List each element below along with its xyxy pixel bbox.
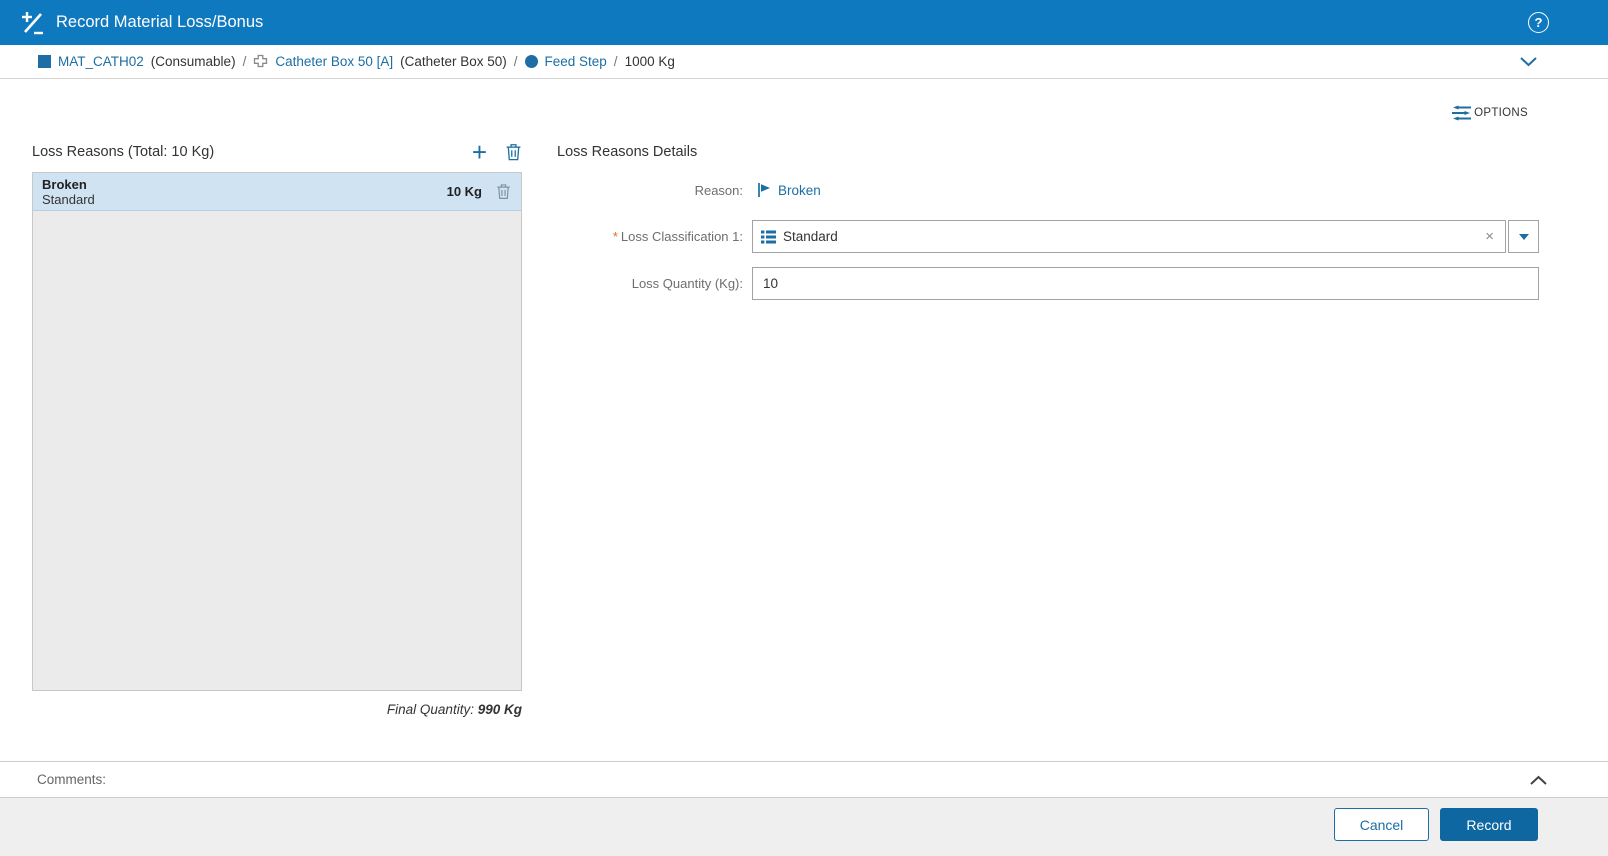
breadcrumb-separator: /	[513, 54, 518, 69]
loss-classification-field[interactable]: Standard ×	[752, 220, 1506, 253]
breadcrumb-step-link[interactable]: Feed Step	[545, 54, 607, 69]
loss-classification-row: * Loss Classification 1: Standard ×	[557, 220, 1539, 253]
breadcrumb-separator: /	[242, 54, 247, 69]
loss-classification-control: Standard ×	[752, 220, 1539, 253]
reason-label: Reason:	[694, 182, 743, 198]
title-bar: Record Material Loss/Bonus ?	[0, 0, 1608, 45]
clear-icon[interactable]: ×	[1482, 228, 1497, 245]
chevron-up-icon[interactable]	[1529, 773, 1548, 791]
container-icon	[253, 54, 268, 69]
comments-section[interactable]: Comments:	[0, 761, 1608, 798]
loss-reason-item-reason: Broken	[42, 176, 87, 192]
loss-reasons-details-title: Loss Reasons Details	[557, 144, 698, 160]
breadcrumb-container-desc: (Catheter Box 50)	[400, 54, 507, 69]
reason-value: Broken	[778, 182, 821, 198]
help-icon[interactable]: ?	[1528, 12, 1549, 33]
loss-reasons-header: Loss Reasons (Total: 10 Kg) +	[32, 138, 522, 166]
step-icon	[524, 55, 538, 68]
final-quantity-value: 990 Kg	[477, 702, 522, 717]
loss-quantity-input[interactable]	[752, 267, 1539, 300]
loss-classification-value: Standard	[783, 229, 838, 244]
material-icon	[38, 55, 51, 68]
final-quantity: Final Quantity: 990 Kg	[32, 702, 522, 717]
loss-reason-list-item[interactable]: Broken Standard 10 Kg	[33, 173, 521, 211]
delete-loss-reason-button[interactable]	[496, 183, 511, 200]
breadcrumb-container-link[interactable]: Catheter Box 50 [A]	[275, 54, 393, 69]
options-icon	[1452, 105, 1472, 121]
breadcrumb-material-link[interactable]: MAT_CATH02	[58, 54, 144, 69]
loss-reason-item-text: Broken Standard	[42, 177, 447, 207]
loss-reason-item-quantity: 10 Kg	[446, 184, 482, 199]
final-quantity-label: Final Quantity:	[386, 702, 474, 717]
loss-quantity-row: Loss Quantity (Kg):	[557, 267, 1539, 300]
required-marker: *	[612, 229, 618, 244]
flag-icon	[756, 182, 772, 198]
record-button[interactable]: Record	[1440, 808, 1538, 841]
record-material-loss-bonus-window: Record Material Loss/Bonus ? MAT_CATH02 …	[0, 0, 1608, 856]
loss-classification-label: * Loss Classification 1:	[612, 229, 743, 244]
loss-bonus-icon	[20, 10, 46, 36]
dropdown-arrow-icon	[1518, 233, 1529, 240]
options-button[interactable]: OPTIONS	[1452, 105, 1528, 121]
chevron-down-icon[interactable]	[1519, 55, 1538, 70]
loss-classification-dropdown-button[interactable]	[1508, 220, 1539, 253]
breadcrumb-quantity: 1000 Kg	[624, 54, 675, 69]
main-content: OPTIONS Loss Reasons (Total: 10 Kg) + Br…	[0, 80, 1608, 761]
reason-value-wrap: Broken	[756, 182, 821, 198]
page-title: Record Material Loss/Bonus	[56, 13, 264, 31]
loss-reasons-title: Loss Reasons (Total: 10 Kg)	[32, 144, 215, 160]
loss-reasons-list: Broken Standard 10 Kg	[32, 172, 522, 691]
breadcrumb: MAT_CATH02 (Consumable) / Catheter Box 5…	[0, 45, 1608, 79]
options-label: OPTIONS	[1474, 107, 1528, 119]
breadcrumb-material-type: (Consumable)	[150, 54, 236, 69]
add-loss-reason-button[interactable]: +	[472, 139, 487, 165]
list-icon	[761, 230, 776, 244]
reason-row: Reason: Broken	[557, 180, 821, 200]
delete-all-loss-reasons-button[interactable]	[505, 143, 522, 161]
breadcrumb-separator: /	[613, 54, 618, 69]
loss-reason-item-classification: Standard	[42, 191, 95, 207]
comments-label: Comments:	[37, 772, 107, 787]
footer-bar: Cancel Record	[0, 798, 1608, 856]
loss-quantity-label: Loss Quantity (Kg):	[631, 276, 743, 291]
cancel-button[interactable]: Cancel	[1334, 808, 1429, 841]
